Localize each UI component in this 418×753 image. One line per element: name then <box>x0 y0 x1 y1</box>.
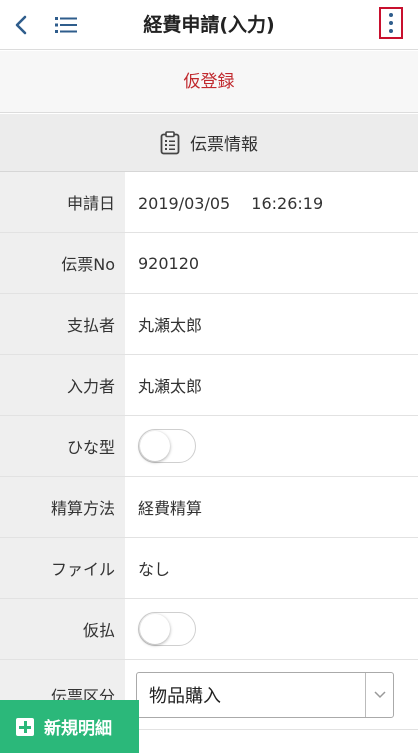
back-button[interactable] <box>6 9 36 41</box>
row-entered-by: 入力者 丸瀬太郎 <box>0 355 418 416</box>
clipboard-icon <box>160 130 180 154</box>
expense-application-screen: 経費申請(入力) 仮登録 伝票情報 申請日 2019/03/05 16:26:1… <box>0 0 418 753</box>
more-vertical-icon <box>389 13 393 17</box>
provisional-payment-toggle[interactable] <box>138 612 196 646</box>
label-application-date: 申請日 <box>0 172 125 232</box>
toggle-knob <box>140 614 170 644</box>
header-bar: 経費申請(入力) <box>0 0 418 50</box>
label-entered-by: 入力者 <box>0 355 125 415</box>
value-application-date: 2019/03/05 16:26:19 <box>125 172 418 232</box>
section-header-slip-info: 伝票情報 <box>0 114 418 172</box>
chevron-left-icon <box>15 15 27 35</box>
new-detail-label: 新規明細 <box>44 719 112 739</box>
plus-square-icon <box>16 717 34 736</box>
row-application-date: 申請日 2019/03/05 16:26:19 <box>0 172 418 233</box>
new-detail-button[interactable]: 新規明細 <box>0 700 139 753</box>
slip-category-select[interactable]: 物品購入 <box>136 671 394 718</box>
label-provisional-payment: 仮払 <box>0 599 125 659</box>
value-payer[interactable]: 丸瀬太郎 <box>125 294 418 354</box>
slip-category-selected: 物品購入 <box>149 685 221 707</box>
value-entered-by: 丸瀬太郎 <box>125 355 418 415</box>
menu-list-button[interactable] <box>50 9 82 41</box>
value-settlement-method: 経費精算 <box>125 477 418 537</box>
row-slip-no: 伝票No 920120 <box>0 233 418 294</box>
list-icon <box>55 17 77 33</box>
more-vertical-icon-dot <box>389 29 393 33</box>
row-settlement-method: 精算方法 経費精算 <box>0 477 418 538</box>
row-provisional-payment: 仮払 <box>0 599 418 660</box>
dropdown-caret <box>365 672 393 717</box>
row-payer: 支払者 丸瀬太郎 <box>0 294 418 355</box>
value-slip-no: 920120 <box>125 233 418 293</box>
provisional-register-button[interactable]: 仮登録 <box>0 51 418 113</box>
value-provisional-payment <box>125 599 418 659</box>
section-title: 伝票情報 <box>190 135 258 155</box>
more-vertical-icon-dot <box>389 21 393 25</box>
template-toggle[interactable] <box>138 429 196 463</box>
value-slip-category: 物品購入 <box>125 660 418 729</box>
row-file: ファイル なし <box>0 538 418 599</box>
label-settlement-method: 精算方法 <box>0 477 125 537</box>
more-options-button[interactable] <box>379 7 403 39</box>
value-file[interactable]: なし <box>125 538 418 598</box>
value-template <box>125 416 418 476</box>
chevron-down-icon <box>373 690 386 698</box>
label-template: ひな型 <box>0 416 125 476</box>
slip-form: 申請日 2019/03/05 16:26:19 伝票No 920120 支払者 … <box>0 172 418 730</box>
row-template: ひな型 <box>0 416 418 477</box>
label-slip-no: 伝票No <box>0 233 125 293</box>
label-file: ファイル <box>0 538 125 598</box>
page-title: 経費申請(入力) <box>143 14 275 36</box>
toggle-knob <box>140 431 170 461</box>
label-payer: 支払者 <box>0 294 125 354</box>
